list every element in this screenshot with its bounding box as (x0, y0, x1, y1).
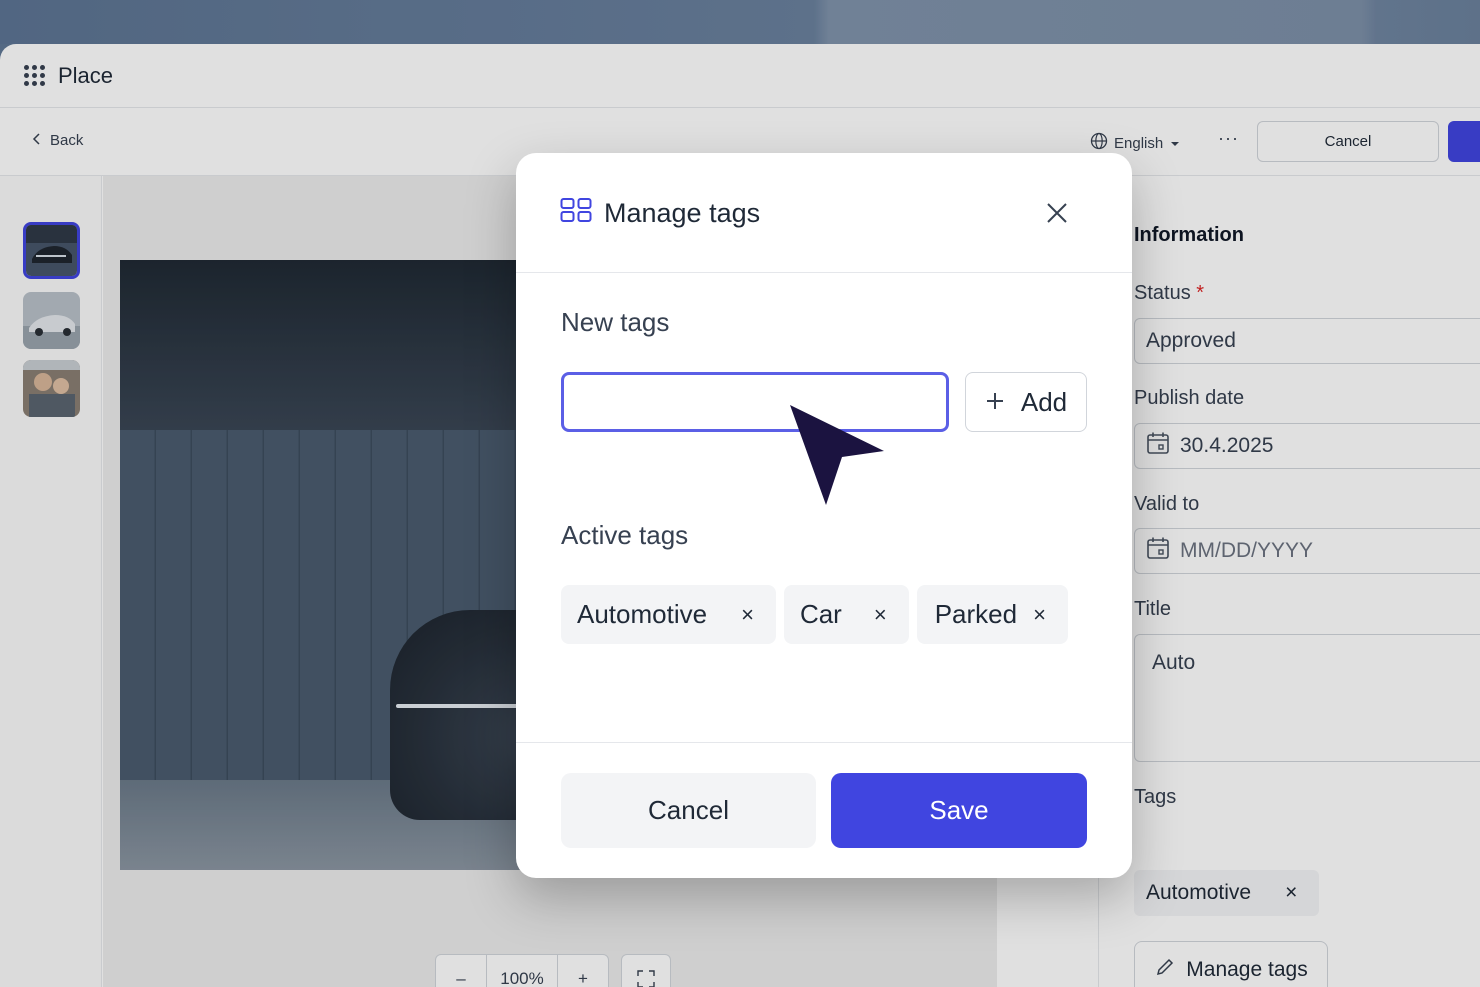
tag-remove-icon[interactable]: × (1033, 602, 1046, 628)
tag-remove-icon[interactable]: × (874, 602, 887, 628)
active-tag-chip: Automotive × (561, 585, 776, 644)
active-tag-label: Automotive (577, 599, 708, 629)
add-tag-button[interactable]: Add (965, 372, 1087, 432)
active-tag-label: Car (799, 599, 842, 629)
save-button[interactable]: Save (831, 773, 1087, 848)
modal-title-text: Manage tags (604, 198, 761, 228)
new-tag-input[interactable] (561, 372, 949, 432)
modal-header: Manage tags (516, 153, 1132, 273)
active-tags-list: Automotive × Car × Parked × (561, 585, 1091, 644)
tag-remove-icon[interactable]: × (741, 602, 754, 628)
manage-tags-modal: Manage tags New tags Add Active tags Aut… (516, 153, 1132, 878)
active-tags-label: Active tags (561, 520, 689, 550)
active-tag-chip: Parked × (916, 585, 1068, 644)
cancel-button[interactable]: Cancel (561, 773, 816, 848)
add-tag-label: Add (1020, 386, 1068, 417)
tag-layout-icon (560, 197, 592, 230)
cursor-arrow-icon (790, 405, 886, 510)
plus-icon (985, 387, 1005, 418)
close-icon[interactable] (1043, 199, 1071, 227)
modal-footer: Cancel Save (516, 742, 1132, 878)
active-tag-chip: Car × (783, 585, 909, 644)
modal-title: Manage tags (560, 197, 760, 230)
active-tag-label: Parked (934, 599, 1018, 629)
new-tags-label: New tags (561, 307, 670, 337)
